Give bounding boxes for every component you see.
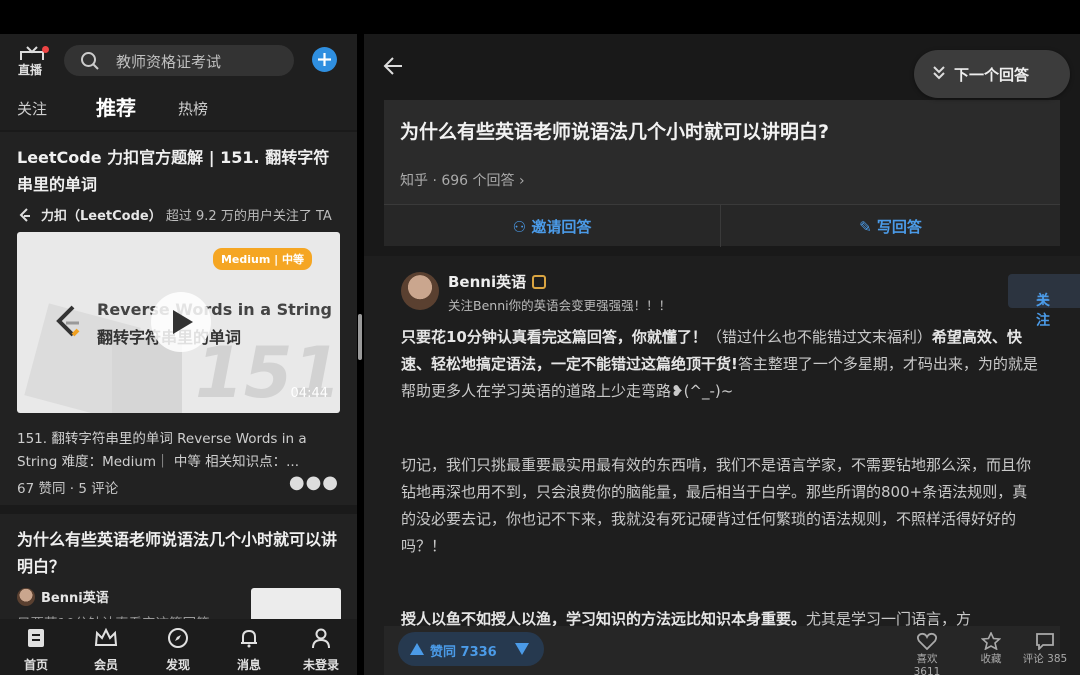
card-description[interactable]: 151. 翻转字符串里的单词 Reverse Words in a String… (17, 428, 327, 474)
card-meta: 67 赞同 · 5 评论 (17, 481, 119, 497)
avatar (17, 588, 35, 606)
nav-label: 会员 (93, 658, 118, 672)
answer-bold-text: 只要花10分钟认真看完这篇回答，你就懂了！ (401, 328, 707, 346)
nav-home[interactable]: 首页 (8, 627, 64, 673)
favorite-label: 收藏 (980, 653, 1002, 665)
feed-header: 直播 教师资格证考试 关注 推荐 热榜 (0, 34, 357, 130)
nav-profile[interactable]: 未登录 (293, 627, 349, 673)
feed-pane: 直播 教师资格证考试 关注 推荐 热榜 LeetCode 力扣官方题解 | 15… (0, 34, 357, 675)
search-placeholder: 教师资格证考试 (116, 53, 222, 71)
upvote-button[interactable]: 赞同 7336 (398, 632, 504, 666)
compass-icon (168, 628, 188, 648)
nav-label: 首页 (23, 658, 48, 672)
feed-tabs: 关注 推荐 热榜 (0, 92, 357, 122)
play-icon (173, 310, 193, 334)
question-title: 为什么有些英语老师说语法几个小时就可以讲明白? (400, 121, 830, 143)
card-author-name: 力扣（LeetCode） (41, 209, 162, 224)
live-label: 直播 (18, 63, 43, 77)
plus-icon (318, 53, 331, 66)
write-answer-button[interactable]: ✎ 写回答 (722, 205, 1059, 247)
add-user-icon: ⚇ (512, 218, 527, 236)
edit-icon: ✎ (859, 218, 872, 236)
card-author-name: Benni英语 (41, 591, 109, 606)
live-button[interactable]: 直播 (14, 44, 50, 78)
nav-discover[interactable]: 发现 (150, 627, 206, 673)
chevron-right-icon: › (518, 173, 525, 189)
invite-answer-label: 邀请回答 (531, 218, 592, 236)
card-author-sub: 超过 9.2 万的用户关注了 TA (165, 209, 332, 224)
play-button[interactable] (151, 292, 211, 352)
add-button[interactable] (312, 47, 337, 72)
card-author-row[interactable]: 力扣（LeetCode） 超过 9.2 万的用户关注了 TA (17, 205, 332, 224)
triangle-up-icon (410, 643, 424, 655)
comment-button[interactable]: 评论 385 (1020, 632, 1070, 666)
avatar[interactable] (401, 272, 439, 310)
question-meta[interactable]: 知乎 · 696 个回答 › (400, 170, 525, 190)
answer-text: （错过什么也不能错过文末福利） (706, 328, 932, 346)
like-button[interactable]: 喜欢 3611 (902, 632, 952, 675)
answer-author-bio: 关注Benni你的英语会变更强强强！！！ (448, 298, 672, 313)
next-answer-label: 下一个回答 (954, 66, 1030, 84)
user-icon (312, 628, 330, 649)
live-dot (42, 46, 49, 53)
feed-card[interactable]: LeetCode 力扣官方题解 | 151. 翻转字符串里的单词 力扣（Leet… (0, 132, 357, 505)
answer-author-name: Benni英语 (448, 273, 527, 291)
bell-icon (241, 629, 257, 648)
nav-label: 消息 (236, 658, 261, 672)
nav-messages[interactable]: 消息 (221, 627, 277, 673)
downvote-button[interactable] (508, 632, 544, 666)
heart-icon (916, 632, 938, 651)
vote-pill: 赞同 7336 (398, 632, 544, 666)
video-duration: 04:44 (290, 386, 328, 401)
detail-pane: 为什么有些英语老师说语法几个小时就可以讲明白? 知乎 · 696 个回答 › 下… (364, 34, 1080, 675)
bottom-nav: 首页 会员 发现 消息 未登录 (0, 619, 357, 675)
tab-recommend[interactable]: 推荐 (96, 92, 136, 121)
tab-follow[interactable]: 关注 (17, 98, 47, 119)
favorite-button[interactable]: 收藏 (966, 631, 1016, 666)
search-input[interactable]: 教师资格证考试 (64, 45, 294, 76)
more-options-icon[interactable]: ●●● (289, 472, 339, 493)
nav-label: 发现 (165, 658, 190, 672)
answer-content: Benni英语 关注Benni你的英语会变更强强强！！！ ＋ 关注 只要花10分… (364, 256, 1080, 675)
home-icon (28, 629, 44, 647)
invite-answer-button[interactable]: ⚇ 邀请回答 (384, 205, 721, 247)
answer-paragraph: 只要花10分钟认真看完这篇回答，你就懂了！（错过什么也不能错过文末福利）希望高效… (401, 324, 1041, 405)
back-arrow-icon[interactable] (382, 55, 404, 77)
comment-label: 评论 385 (1022, 653, 1068, 665)
difficulty-badge: Medium | 中等 (212, 248, 312, 270)
double-chevron-down-icon (933, 66, 945, 80)
leetcode-logo-icon (19, 208, 30, 222)
split-divider[interactable] (357, 34, 364, 675)
card-author-row[interactable]: Benni英语 (17, 587, 109, 606)
comment-icon (1036, 633, 1054, 652)
status-bar (0, 0, 1080, 34)
upvote-label: 赞同 7336 (430, 645, 497, 660)
answer-paragraph: 切记，我们只挑最重要最实用最有效的东西啃，我们不是语言学家，不需要钻地那么深，而… (401, 456, 1032, 555)
search-icon (81, 52, 99, 70)
drag-handle[interactable] (358, 314, 362, 360)
leetcode-logo-icon (56, 305, 80, 337)
next-answer-button[interactable]: 下一个回答 (914, 50, 1070, 98)
nav-vip[interactable]: 会员 (78, 627, 134, 673)
tab-hot[interactable]: 热榜 (178, 98, 208, 119)
card-title[interactable]: LeetCode 力扣官方题解 | 151. 翻转字符串里的单词 (17, 144, 342, 198)
question-meta-text: 知乎 · 696 个回答 (400, 173, 515, 189)
answer-author[interactable]: Benni英语 (448, 271, 547, 292)
star-icon (980, 631, 1002, 651)
like-label: 喜欢 3611 (913, 653, 941, 675)
nav-label: 未登录 (302, 658, 339, 672)
card-title[interactable]: 为什么有些英语老师说语法几个小时就可以讲明白？ (17, 526, 342, 580)
verified-badge-icon (532, 275, 547, 289)
answer-action-bar: 赞同 7336 喜欢 3611 收藏 评论 385 (384, 626, 1067, 675)
triangle-down-icon (515, 643, 529, 655)
question-actions: ⚇ 邀请回答 ✎ 写回答 (384, 204, 1060, 247)
crown-icon (94, 627, 118, 646)
video-thumbnail[interactable]: 151 Medium | 中等 Reverse Words in a Strin… (17, 232, 340, 413)
write-answer-label: 写回答 (876, 218, 922, 236)
follow-button[interactable]: ＋ 关注 (1008, 274, 1080, 329)
video-title-en: Reverse Words in a String (97, 300, 332, 319)
